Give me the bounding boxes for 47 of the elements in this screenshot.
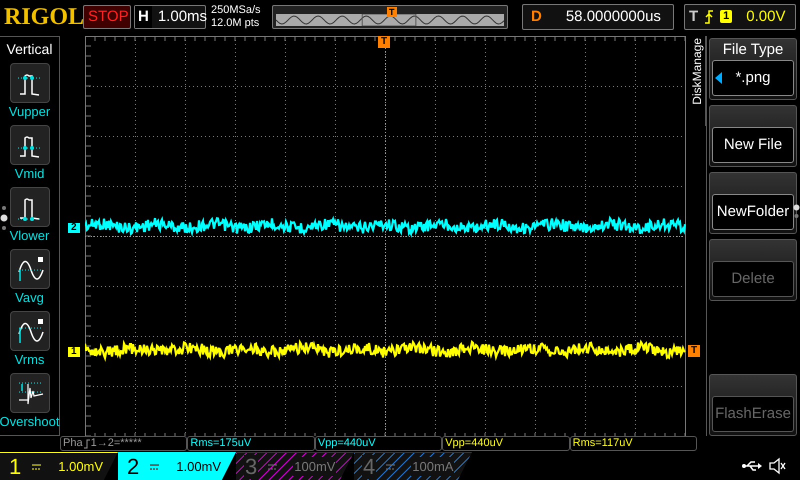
menu-value: NewFolder	[716, 202, 790, 222]
measure-label: Vrms	[14, 350, 44, 368]
menu-value: New File	[724, 134, 782, 155]
menu-softkey[interactable]: File Type *.png	[709, 38, 797, 100]
menu-value: Delete	[731, 268, 775, 289]
channel-marker: 2	[68, 222, 80, 233]
channel-tab[interactable]: 1 1.00mV	[0, 452, 118, 480]
menu-softkey[interactable]: NewFolder	[709, 172, 797, 234]
menu-value: *.png	[735, 68, 771, 88]
trigger-level-marker: T	[688, 344, 700, 357]
menu-title: File Type	[722, 40, 784, 60]
run-stop-button[interactable]: STOP	[83, 4, 131, 29]
trigger-label: T	[689, 6, 698, 27]
measurement-name: Pha	[63, 437, 83, 450]
menu-softkey[interactable]: New File	[709, 104, 797, 167]
trigger-time-marker: T	[378, 36, 390, 48]
menu-tab-label: DiskManage	[690, 38, 704, 105]
trigger-source: 1	[720, 10, 732, 24]
measurement-value: Vpp=440uV	[445, 437, 504, 450]
sample-rate: 250MSa/s	[211, 4, 262, 17]
channel-number: 4	[362, 454, 376, 478]
delay-value: 58.0000000us	[566, 6, 661, 27]
channel-tab[interactable]: 3 100mV	[236, 452, 354, 480]
measurement-value: Rms=175uV	[190, 437, 252, 450]
channel-marker: 1	[68, 346, 80, 357]
menu-title: Vertical	[6, 40, 52, 58]
measure-label: Vupper	[8, 102, 50, 120]
horizontal-scale: 1.00ms	[158, 6, 208, 27]
measurement-value: Vpp=440uV	[318, 437, 376, 450]
measure-label: Vmid	[14, 164, 44, 182]
measurement-value: 1→2=*****	[90, 437, 142, 450]
measure-label: Vlower	[10, 226, 50, 244]
menu-value: FlashErase	[715, 404, 791, 424]
channel-number: 3	[244, 454, 258, 478]
channel-tab[interactable]: 2 1.00mV	[118, 452, 236, 480]
measure-label: Overshoot	[0, 412, 60, 430]
measurement-value: Rms=117uV	[572, 437, 633, 450]
channel-scale: 100mV	[293, 456, 336, 476]
horizontal-label: H	[135, 6, 152, 28]
delay-label: D	[530, 6, 543, 27]
trigger-position-marker: T	[387, 6, 396, 17]
channel-scale: 100mA	[411, 456, 454, 476]
menu-tab[interactable]: DiskManage	[689, 36, 706, 126]
channel-tab[interactable]: 4 100mA	[354, 452, 472, 480]
trigger-level: 0.00V	[746, 6, 786, 27]
measure-label: Vavg	[15, 288, 44, 306]
memory-depth: 12.0M pts	[211, 16, 260, 30]
